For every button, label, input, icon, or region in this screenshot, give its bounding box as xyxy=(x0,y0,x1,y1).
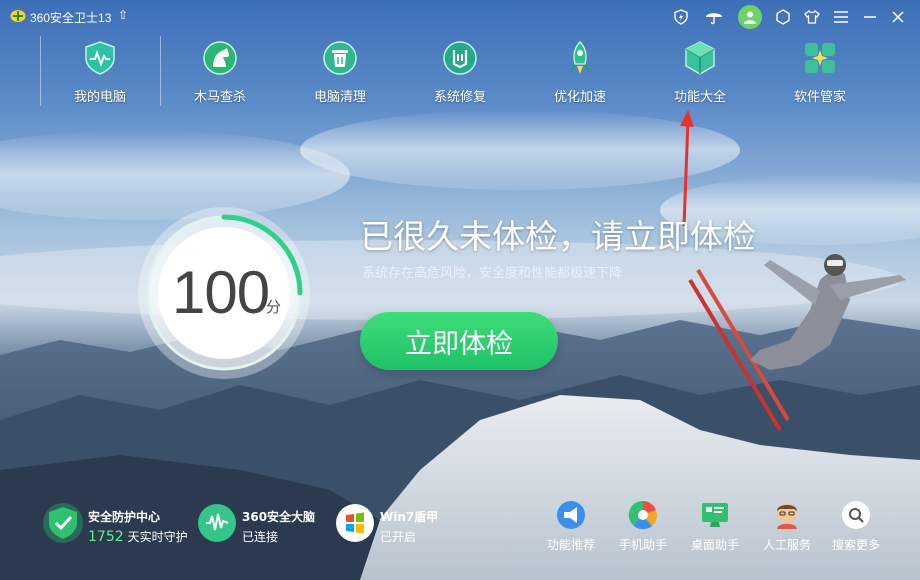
status-sub: 1752 天实时守护 xyxy=(88,528,188,545)
nav-item-my-computer[interactable]: 我的电脑 xyxy=(50,36,150,116)
tool-label: 桌面助手 xyxy=(690,538,739,552)
shirt-icon[interactable] xyxy=(801,6,823,28)
app-title: 360安全卫士13 xyxy=(30,11,112,25)
main-nav: 我的电脑 木马查杀 电脑清理 系统修复 优化加速 功能大全 软件管家 xyxy=(40,36,880,116)
tool-label: 人工服务 xyxy=(762,538,811,552)
nav-label: 我的电脑 xyxy=(73,90,126,105)
status-title: 安全防护中心 xyxy=(88,510,161,524)
avatar-icon[interactable] xyxy=(738,5,762,29)
apps-icon xyxy=(805,43,835,73)
status-win7-shield[interactable]: Win7盾甲 已开启 xyxy=(334,502,454,548)
tool-feature-recommend[interactable]: 功能推荐 xyxy=(539,500,603,556)
shield-bolt-icon[interactable] xyxy=(670,6,692,28)
tool-phone-assistant[interactable]: 手机助手 xyxy=(611,500,675,556)
tool-label: 功能推荐 xyxy=(546,538,595,552)
nav-label: 功能大全 xyxy=(673,90,726,105)
tool-human-service[interactable]: 人工服务 xyxy=(755,500,819,556)
status-security-center[interactable]: 安全防护中心 1752 天实时守护 xyxy=(42,502,192,548)
shield-check-icon xyxy=(43,503,83,543)
tool-label: 搜索更多 xyxy=(831,538,880,552)
arrow-up-icon[interactable]: ⇧ xyxy=(118,8,128,22)
status-title: 360安全大脑 xyxy=(242,510,316,524)
wrench-icon xyxy=(443,41,477,75)
status-sub: 已连接 xyxy=(242,530,279,544)
nav-label: 系统修复 xyxy=(433,90,486,105)
horse-icon xyxy=(203,41,237,75)
nav-divider xyxy=(40,36,41,106)
megaphone-icon xyxy=(557,501,585,529)
nav-label: 软件管家 xyxy=(793,90,846,105)
nav-label: 电脑清理 xyxy=(313,90,366,105)
status-sub-text: 天实时守护 xyxy=(127,530,188,544)
brain-wave-icon xyxy=(198,504,236,542)
phone-assistant-icon xyxy=(628,500,658,530)
app-logo-icon xyxy=(10,10,26,22)
service-person-icon xyxy=(777,503,797,529)
nav-item-system-repair[interactable]: 系统修复 xyxy=(410,36,510,116)
nav-item-trojan-scan[interactable]: 木马查杀 xyxy=(170,36,270,116)
skier-figure xyxy=(688,254,906,432)
minimize-icon[interactable] xyxy=(859,6,881,28)
cube-icon xyxy=(685,41,715,75)
status-security-brain[interactable]: 360安全大脑 已连接 xyxy=(196,502,326,548)
score-value: 100 xyxy=(172,259,270,326)
trash-icon xyxy=(323,41,357,75)
windows-logo-icon xyxy=(336,504,374,542)
rocket-icon xyxy=(570,41,590,74)
protection-days: 1752 xyxy=(88,529,124,545)
nav-item-pc-cleanup[interactable]: 电脑清理 xyxy=(290,36,390,116)
nav-item-software-manager[interactable]: 软件管家 xyxy=(770,36,870,116)
status-sub: 已开启 xyxy=(380,530,417,544)
tool-desktop-assistant[interactable]: 桌面助手 xyxy=(683,500,747,556)
nav-divider xyxy=(160,36,161,106)
score-unit: 分 xyxy=(266,298,282,316)
subline: 系统存在高危风险，安全度和性能都极速下降 xyxy=(362,266,623,281)
nav-item-optimize-speedup[interactable]: 优化加速 xyxy=(530,36,630,116)
skin-icon[interactable] xyxy=(772,6,794,28)
status-title: Win7盾甲 xyxy=(380,510,439,524)
nav-label: 木马查杀 xyxy=(193,90,246,105)
nav-item-all-features[interactable]: 功能大全 xyxy=(650,36,750,116)
check-now-button[interactable]: 立即体检 xyxy=(360,312,558,370)
tool-search-more[interactable]: 搜索更多 xyxy=(824,500,888,556)
umbrella-icon[interactable] xyxy=(703,6,725,28)
title-bar: 360安全卫士13 ⇧ xyxy=(0,0,920,34)
nav-label: 优化加速 xyxy=(553,90,606,105)
menu-icon[interactable] xyxy=(830,6,852,28)
monitor-icon xyxy=(702,503,728,527)
close-icon[interactable] xyxy=(887,6,909,28)
tool-label: 手机助手 xyxy=(618,538,667,552)
heartbeat-shield-icon xyxy=(85,41,115,75)
search-icon xyxy=(842,501,870,529)
